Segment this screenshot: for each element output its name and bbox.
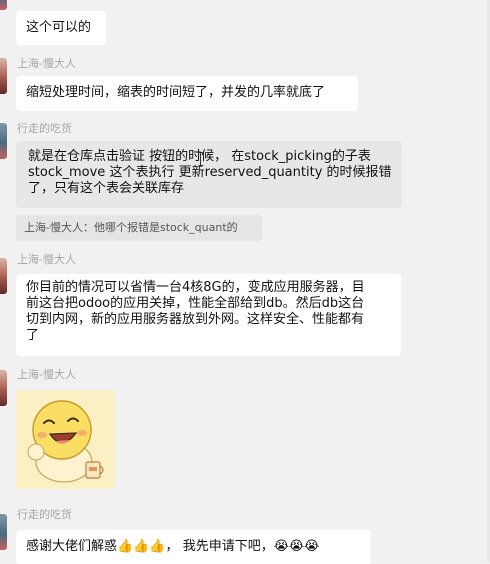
message-text: 这个可以的 (26, 20, 92, 35)
message-line: 你目前的情况可以省情一台4核8G的，变成应用服务器，目 (26, 280, 365, 295)
sender-name: 行走的吃货 (17, 508, 72, 521)
message-line: stock_move 这个表执行 更新reserved_quantity 的时候… (28, 165, 392, 180)
avatar[interactable] (0, 58, 7, 94)
sender-name: 上海-慢大人 (17, 368, 76, 381)
quoted-reply[interactable]: 上海-慢大人：他哪个报错是stock_quant的 (16, 215, 262, 241)
message-line: 了 (26, 328, 40, 343)
message-line: 就是在仓库点击验证 按钮的时候， 在stock_picking的子表 (28, 149, 371, 164)
sender-name: 上海-慢大人 (17, 253, 76, 266)
text-cursor-icon (198, 152, 203, 166)
message-bubble[interactable]: 就是在仓库点击验证 按钮的时候， 在stock_picking的子表 stock… (16, 141, 402, 208)
laughing-cartoon-sticker-icon[interactable] (16, 390, 115, 489)
quoted-text: 上海-慢大人：他哪个报错是stock_quant的 (24, 221, 238, 234)
message-line: 前这台把odoo的应用关掉，性能全部给到db。然后db这台 (26, 296, 365, 311)
avatar[interactable] (0, 0, 7, 10)
chat-area: 这个可以的 上海-慢大人 缩短处理时间，缩表的时间短了，并发的几率就底了 行走的… (0, 0, 490, 564)
avatar[interactable] (0, 123, 7, 159)
message-line: 切到内网，新的应用服务器放到外网。这样安全、性能都有 (26, 312, 365, 327)
message-bubble[interactable]: 缩短处理时间，缩表的时间短了，并发的几率就底了 (16, 76, 358, 111)
message-bubble[interactable]: 这个可以的 (16, 11, 106, 45)
message-bubble[interactable]: 你目前的情况可以省情一台4核8G的，变成应用服务器，目 前这台把odoo的应用关… (16, 274, 401, 356)
avatar[interactable] (0, 258, 7, 294)
sender-name: 行走的吃货 (17, 122, 72, 135)
message-text: 感谢大佬们解惑👍👍👍， 我先申请下吧，😭😭😭 (26, 539, 320, 554)
message-text: 缩短处理时间，缩表的时间短了，并发的几率就底了 (26, 85, 326, 100)
avatar[interactable] (0, 370, 7, 406)
message-bubble[interactable]: 感谢大佬们解惑👍👍👍， 我先申请下吧，😭😭😭 (16, 530, 371, 564)
sender-name: 上海-慢大人 (17, 57, 76, 70)
message-line: 了，只有这个表会关联库存 (28, 181, 185, 196)
avatar[interactable] (0, 514, 7, 550)
